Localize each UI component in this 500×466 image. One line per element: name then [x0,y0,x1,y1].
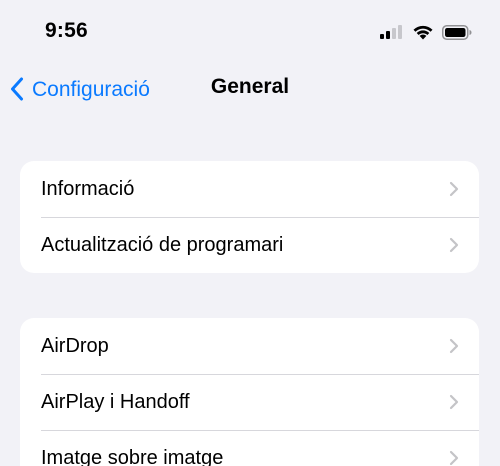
list-item-actualitzacio-programari[interactable]: Actualització de programari [20,217,479,273]
settings-group-1: Informació Actualització de programari [20,161,479,273]
chevron-right-icon [449,450,459,466]
status-icons [380,22,472,42]
chevron-right-icon [449,394,459,410]
navigation-bar: Configuració General [0,62,500,116]
wifi-icon [413,25,433,40]
chevron-right-icon [449,338,459,354]
status-bar: 9:56 [0,0,500,62]
status-time: 9:56 [45,19,88,42]
list-item-airplay-handoff[interactable]: AirPlay i Handoff [20,374,479,430]
list-item-informacio[interactable]: Informació [20,161,479,217]
cellular-signal-icon [380,25,402,39]
list-item-label: Informació [41,178,135,200]
chevron-right-icon [449,181,459,197]
list-item-label: Actualització de programari [41,234,284,256]
battery-icon [442,24,472,40]
list-item-airdrop[interactable]: AirDrop [20,318,479,374]
list-item-label: Imatge sobre imatge [41,447,224,466]
chevron-right-icon [449,237,459,253]
list-item-label: AirPlay i Handoff [41,391,190,413]
page-title: General [210,75,290,98]
list-item-imatge-sobre-imatge[interactable]: Imatge sobre imatge [20,430,479,466]
list-item-label: AirDrop [41,335,109,357]
settings-group-2: AirDrop AirPlay i Handoff Imatge sobre i… [20,318,479,466]
settings-screen: 9:56 Configuració General Informació Act… [0,0,500,466]
